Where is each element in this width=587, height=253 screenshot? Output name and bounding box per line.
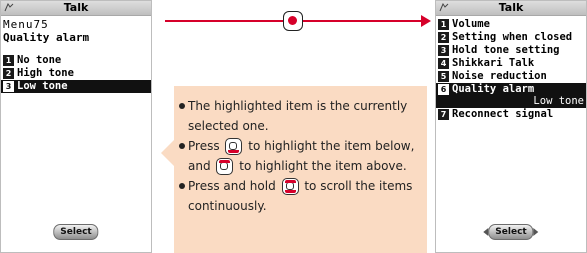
option-label: No tone [17, 54, 62, 66]
number-badge: 2 [438, 32, 449, 43]
number-badge: 5 [438, 71, 449, 82]
menu-item-label: Hold tone setting [452, 44, 560, 56]
menu-item-hold-tone-setting[interactable]: 3 Hold tone setting [436, 44, 586, 57]
center-key-icon [283, 11, 303, 31]
option-label: Low tone [17, 80, 68, 92]
number-badge: 7 [438, 109, 449, 120]
title-bar: Talk [436, 1, 586, 16]
number-badge: 1 [438, 19, 449, 30]
callout-text: to highlight the item above. [239, 159, 407, 173]
screen-title: Talk [63, 1, 89, 14]
option-no-tone[interactable]: 1 No tone [1, 54, 151, 67]
menu-item-label: Quality alarm [452, 83, 535, 95]
number-badge: 6 [438, 84, 449, 95]
left-phone-screen: Talk Menu75 Quality alarm 1 No tone 2 Hi… [0, 0, 152, 253]
number-badge: 1 [3, 55, 14, 66]
menu-item-label: Reconnect signal [452, 108, 554, 120]
option-high-tone[interactable]: 2 High tone [1, 67, 151, 80]
transition-arrow-head [421, 15, 431, 27]
menu-item-label: Volume [452, 18, 490, 30]
callout-bullet-2: Press to highlight the item below, and t… [178, 136, 421, 176]
menu-item-value: Low tone [533, 95, 584, 107]
menu-item-label: Setting when closed [452, 31, 573, 43]
number-badge: 3 [3, 81, 14, 92]
help-callout: The highlighted item is the currently se… [174, 86, 427, 253]
number-badge: 2 [3, 68, 14, 79]
callout-pointer [161, 140, 174, 166]
menu-item-label: Noise reduction [452, 70, 547, 82]
callout-bullet-1: The highlighted item is the currently se… [178, 96, 421, 136]
option-label: High tone [17, 67, 74, 79]
screen-title: Talk [498, 1, 524, 14]
multi-key-updown-icon [281, 178, 299, 195]
menu-number: Menu75 [3, 18, 49, 31]
title-bar: Talk [1, 1, 151, 16]
multi-key-up-icon [216, 158, 234, 175]
menu-item-noise-reduction[interactable]: 5 Noise reduction [436, 70, 586, 83]
menu-item-setting-when-closed[interactable]: 2 Setting when closed [436, 31, 586, 44]
menu-item-shikkari-talk[interactable]: 4 Shikkari Talk [436, 57, 586, 70]
callout-bullet-3: Press and hold to scroll the items conti… [178, 176, 421, 216]
menu-item-volume[interactable]: 1 Volume [436, 18, 586, 31]
select-softkey[interactable]: Select [483, 224, 540, 240]
option-low-tone[interactable]: 3 Low tone [1, 80, 151, 93]
right-phone-screen: Talk 1 Volume 2 Setting when closed 3 Ho… [435, 0, 587, 253]
select-softkey[interactable]: Select [53, 224, 99, 240]
menu-item-label: Shikkari Talk [452, 57, 535, 69]
number-badge: 4 [438, 58, 449, 69]
number-badge: 3 [438, 45, 449, 56]
menu-header: Quality alarm [3, 31, 90, 44]
menu-item-quality-alarm[interactable]: 6 Quality alarm Low tone [436, 83, 586, 108]
callout-text: The highlighted item is the currently se… [188, 99, 408, 133]
callout-text: Press and hold [188, 179, 276, 193]
callout-text: Press [188, 139, 220, 153]
multi-key-down-icon [225, 138, 243, 155]
menu-item-reconnect-signal[interactable]: 7 Reconnect signal [436, 108, 586, 121]
